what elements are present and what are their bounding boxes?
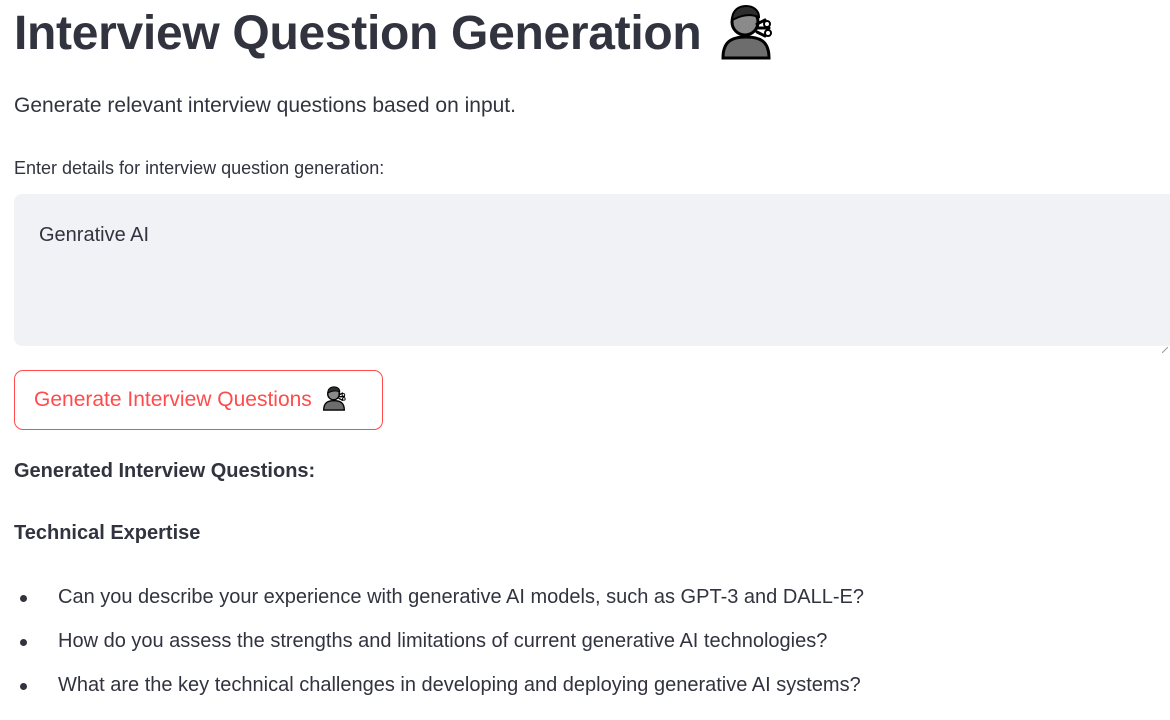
question-text: How do you assess the strengths and limi… <box>58 630 828 652</box>
question-text: What are the key technical challenges in… <box>58 674 861 696</box>
person-emoji-icon <box>321 385 347 415</box>
page-header: Interview Question Generation <box>14 0 775 66</box>
page-subtitle: Generate relevant interview questions ba… <box>14 94 516 117</box>
category-heading: Technical Expertise <box>14 522 201 544</box>
bullet-icon <box>20 595 27 602</box>
resize-handle-icon[interactable] <box>1161 338 1169 354</box>
bullet-icon <box>20 683 27 690</box>
details-textarea[interactable]: Genrative AI <box>14 194 1170 354</box>
generate-questions-button-label: Generate Interview Questions <box>34 388 312 411</box>
question-text: Can you describe your experience with ge… <box>58 586 864 608</box>
page-title: Interview Question Generation <box>14 6 702 60</box>
app-page: Interview Question Generation Generate r… <box>0 0 1170 720</box>
person-emoji-icon <box>717 2 775 64</box>
generate-questions-button[interactable]: Generate Interview Questions <box>14 370 383 430</box>
bullet-icon <box>20 639 27 646</box>
details-textarea-value: Genrative AI <box>39 224 150 246</box>
results-heading: Generated Interview Questions: <box>14 460 316 482</box>
details-input-label: Enter details for interview question gen… <box>14 158 385 178</box>
